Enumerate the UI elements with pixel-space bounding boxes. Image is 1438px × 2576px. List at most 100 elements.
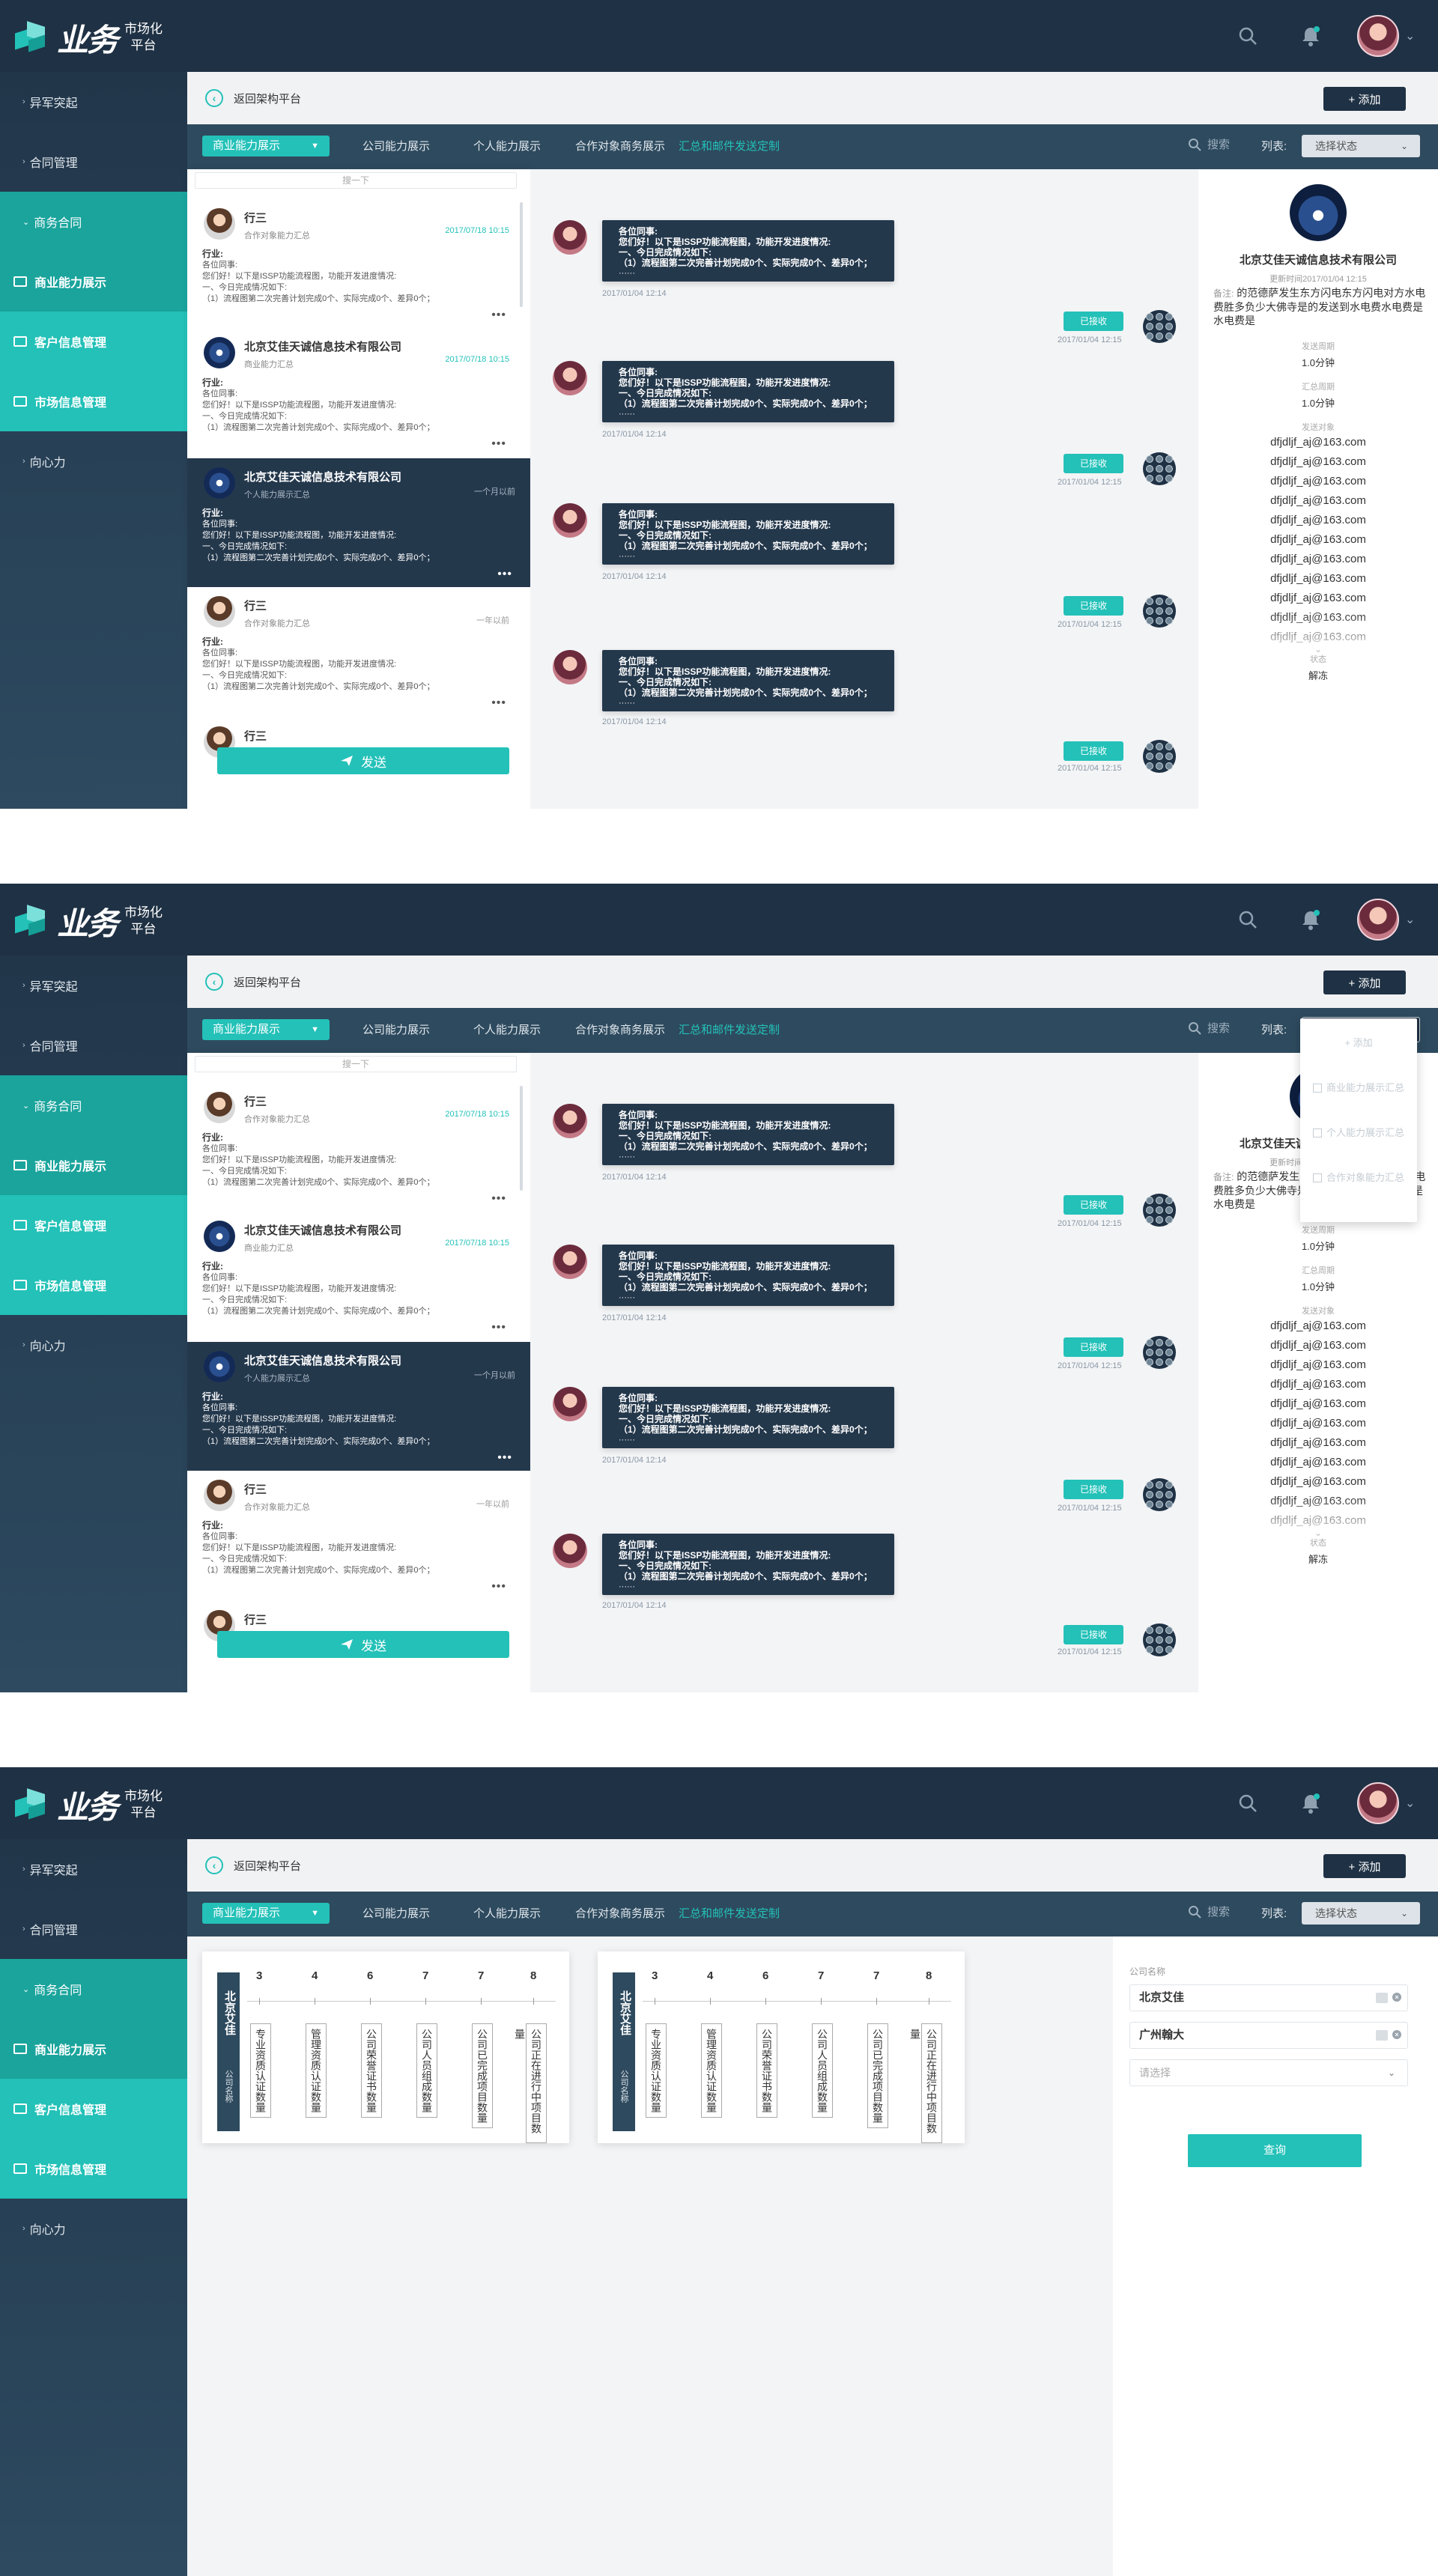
more-icon[interactable]: ••• [491, 1580, 506, 1594]
avatar-caret-icon[interactable]: ⌄ [1405, 912, 1415, 927]
group-avatar[interactable] [1143, 740, 1176, 773]
list-item[interactable]: 行三 合作对象能力汇总 2017/07/18 10:15 行业: 各位同事: 您们好！以… [195, 1083, 517, 1212]
group-avatar[interactable] [1143, 1194, 1176, 1227]
more-icon[interactable]: ••• [491, 1321, 506, 1334]
status-select[interactable]: 选择状态 ⌄ [1302, 135, 1420, 157]
sidebar-item-contract-mgmt[interactable]: › 合同管理 [0, 1015, 187, 1075]
back-icon[interactable]: ‹ [205, 89, 223, 107]
status-select[interactable]: 选择状态 ⌄ [1302, 1902, 1420, 1925]
tab-partner-business[interactable]: 合作对象商务展示 [575, 1905, 665, 1921]
list-item[interactable]: 北京艾佳天诚信息技术有限公司 商业能力汇总 2017/07/18 10:15 行业:… [195, 1212, 517, 1340]
app-logo[interactable]: 业务 市场化 平台 [15, 900, 163, 942]
sidebar-item-business-contract[interactable]: ⌄ 商务合同 [0, 1075, 187, 1135]
tab-summary-email[interactable]: 汇总和邮件发送定制 [679, 1021, 780, 1037]
app-logo[interactable]: 业务 市场化 平台 [15, 1784, 163, 1826]
tab-personal-capability[interactable]: 个人能力展示 [473, 138, 541, 154]
user-avatar[interactable] [1357, 15, 1399, 57]
message-bubble[interactable]: 各位同事: 您们好！以下是ISSP功能流程图，功能开发进度情况: 一、今日完成情况如… [602, 503, 894, 565]
tab-company-capability[interactable]: 公司能力展示 [362, 1021, 430, 1037]
org-card[interactable]: 北京艾佳 公司名称 3 4 6 7 7 8 专业资质认证数量 管理资质认证数量 公… [598, 1951, 965, 2143]
bell-icon[interactable] [1296, 21, 1326, 51]
message-bubble[interactable]: 各位同事: 您们好！以下是ISSP功能流程图，功能开发进度情况: 一、今日完成情况如… [602, 220, 894, 282]
company-tag-input[interactable]: 广州翰大 × [1129, 2022, 1408, 2049]
sidebar-item-customer-info[interactable]: 客户信息管理 [0, 2079, 187, 2139]
sidebar-item-contract-mgmt[interactable]: › 合同管理 [0, 132, 187, 192]
back-link[interactable]: 返回架构平台 [234, 91, 301, 106]
dropdown-item[interactable]: 合作对象能力汇总 [1300, 1170, 1417, 1184]
sidebar-item-centripetal[interactable]: › 向心力 [0, 1315, 187, 1375]
sidebar-item-market-info[interactable]: 市场信息管理 [0, 371, 187, 431]
sidebar-item-centripetal[interactable]: › 向心力 [0, 431, 187, 491]
org-card[interactable]: 北京艾佳 公司名称 3 4 6 7 7 8 专业资质认证数量 管理资质认证数量 公… [202, 1951, 569, 2143]
sidebar-item-centripetal[interactable]: › 向心力 [0, 2199, 187, 2258]
back-link[interactable]: 返回架构平台 [234, 1858, 301, 1874]
tab-business-capability[interactable]: 商业能力展示 ▼ [202, 1903, 330, 1924]
bell-icon[interactable] [1296, 905, 1326, 935]
group-avatar[interactable] [1143, 452, 1176, 485]
sidebar-item-business-capability[interactable]: 商业能力展示 [0, 252, 187, 312]
more-icon[interactable]: ••• [491, 696, 506, 710]
send-button[interactable]: 发送 [217, 747, 509, 774]
group-avatar[interactable] [1143, 1623, 1176, 1656]
user-avatar[interactable] [1357, 1782, 1399, 1824]
company-tag-input[interactable]: 北京艾佳 × [1129, 1984, 1408, 2011]
message-bubble[interactable]: 各位同事: 您们好！以下是ISSP功能流程图，功能开发进度情况: 一、今日完成情况如… [602, 361, 894, 422]
message-bubble[interactable]: 各位同事: 您们好！以下是ISSP功能流程图，功能开发进度情况: 一、今日完成情况如… [602, 1387, 894, 1448]
tab-partner-business[interactable]: 合作对象商务展示 [575, 1021, 665, 1037]
user-avatar[interactable] [1357, 899, 1399, 941]
list-item-selected[interactable]: 北京艾佳天诚信息技术有限公司 个人能力展示汇总 一个月以前 行业: 各位同事: 您们好！… [187, 1342, 530, 1471]
tab-partner-business[interactable]: 合作对象商务展示 [575, 138, 665, 154]
tab-summary-email[interactable]: 汇总和邮件发送定制 [679, 1905, 780, 1921]
avatar-caret-icon[interactable]: ⌄ [1405, 28, 1415, 43]
add-button[interactable]: + 添加 [1323, 87, 1406, 111]
tab-search[interactable]: 搜索 [1188, 1904, 1230, 1919]
sidebar-item-contract-mgmt[interactable]: › 合同管理 [0, 1899, 187, 1959]
more-icon[interactable]: ••• [491, 437, 506, 451]
more-icon[interactable]: ••• [491, 309, 506, 322]
group-avatar[interactable] [1143, 1336, 1176, 1369]
app-logo[interactable]: 业务 市场化 平台 [15, 16, 163, 58]
list-search-input[interactable]: 搜一下 [195, 172, 517, 189]
query-button[interactable]: 查询 [1188, 2134, 1362, 2167]
more-icon[interactable]: ••• [497, 568, 512, 581]
sidebar-item-yijun[interactable]: › 异军突起 [0, 1839, 187, 1899]
list-scrollbar[interactable] [520, 202, 523, 307]
list-scrollbar[interactable] [520, 1086, 523, 1191]
tab-search[interactable]: 搜索 [1188, 136, 1230, 152]
sidebar-item-customer-info[interactable]: 客户信息管理 [0, 1195, 187, 1255]
send-button[interactable]: 发送 [217, 1631, 509, 1658]
back-icon[interactable]: ‹ [205, 1856, 223, 1874]
group-avatar[interactable] [1143, 1478, 1176, 1511]
sidebar-item-yijun[interactable]: › 异军突起 [0, 956, 187, 1015]
dropdown-item[interactable]: 商业能力展示汇总 [1300, 1080, 1417, 1094]
tab-search[interactable]: 搜索 [1188, 1020, 1230, 1036]
group-avatar[interactable] [1143, 310, 1176, 343]
dropdown-add[interactable]: + 添加 [1300, 1035, 1417, 1049]
message-bubble[interactable]: 各位同事: 您们好！以下是ISSP功能流程图，功能开发进度情况: 一、今日完成情况如… [602, 1245, 894, 1306]
search-icon[interactable] [1233, 905, 1263, 935]
sidebar-item-business-contract[interactable]: ⌄ 商务合同 [0, 1959, 187, 2019]
tab-business-capability[interactable]: 商业能力展示 ▼ [202, 1019, 330, 1040]
more-icon[interactable]: ••• [497, 1451, 512, 1465]
tab-company-capability[interactable]: 公司能力展示 [362, 138, 430, 154]
sidebar-item-market-info[interactable]: 市场信息管理 [0, 2139, 187, 2199]
dropdown-item[interactable]: 个人能力展示汇总 [1300, 1125, 1417, 1139]
list-item[interactable]: 北京艾佳天诚信息技术有限公司 商业能力汇总 2017/07/18 10:15 行业:… [195, 328, 517, 457]
list-item-selected[interactable]: 北京艾佳天诚信息技术有限公司 个人能力展示汇总 一个月以前 行业: 各位同事: 您们好！… [187, 458, 530, 587]
add-button[interactable]: + 添加 [1323, 1854, 1406, 1878]
sidebar-item-market-info[interactable]: 市场信息管理 [0, 1255, 187, 1315]
message-bubble[interactable]: 各位同事: 您们好！以下是ISSP功能流程图，功能开发进度情况: 一、今日完成情况如… [602, 1534, 894, 1595]
sidebar-item-business-capability[interactable]: 商业能力展示 [0, 2019, 187, 2079]
more-icon[interactable]: ••• [491, 1192, 506, 1206]
tab-summary-email[interactable]: 汇总和邮件发送定制 [679, 138, 780, 154]
search-icon[interactable] [1233, 21, 1263, 51]
tab-business-capability[interactable]: 商业能力展示 ▼ [202, 136, 330, 157]
sidebar-item-yijun[interactable]: › 异军突起 [0, 72, 187, 132]
tab-personal-capability[interactable]: 个人能力展示 [473, 1021, 541, 1037]
list-item[interactable]: 行三 合作对象能力汇总 2017/07/18 10:15 行业: 各位同事: 您们好！以… [195, 199, 517, 328]
message-bubble[interactable]: 各位同事: 您们好！以下是ISSP功能流程图，功能开发进度情况: 一、今日完成情况如… [602, 650, 894, 711]
sidebar-item-customer-info[interactable]: 客户信息管理 [0, 312, 187, 371]
list-item[interactable]: 行三 合作对象能力汇总 一年以前 行业: 各位同事: 您们好！以下是ISSP功能流程图，… [195, 587, 517, 716]
list-search-input[interactable]: 搜一下 [195, 1056, 517, 1072]
message-bubble[interactable]: 各位同事: 您们好！以下是ISSP功能流程图，功能开发进度情况: 一、今日完成情况如… [602, 1104, 894, 1165]
